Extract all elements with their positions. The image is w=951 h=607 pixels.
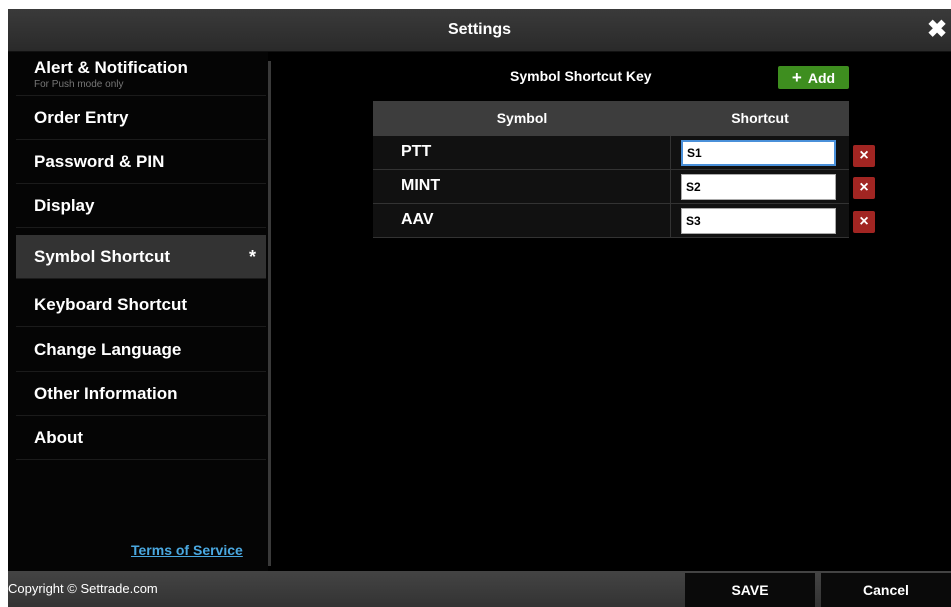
- table-row: AAV: [373, 204, 849, 238]
- sidebar-item-label: Keyboard Shortcut: [34, 295, 188, 314]
- shortcut-input[interactable]: [681, 174, 836, 200]
- table-row: PTT: [373, 136, 849, 170]
- sidebar-item-label: Display: [34, 196, 95, 215]
- section-heading: Symbol Shortcut Key: [510, 68, 652, 84]
- delete-row-icon[interactable]: ×: [853, 177, 875, 199]
- symbol-cell: MINT: [401, 177, 441, 194]
- sidebar-item-alert-notification[interactable]: Alert & Notification For Push mode only: [16, 52, 266, 96]
- save-button[interactable]: SAVE: [685, 573, 815, 607]
- settings-dialog: Settings ✖ Alert & Notification For Push…: [8, 9, 951, 607]
- sidebar-item-label: Order Entry: [34, 108, 129, 127]
- title-bar: Settings ✖: [8, 9, 951, 52]
- shortcut-input[interactable]: [681, 208, 836, 234]
- add-button[interactable]: + Add: [778, 66, 849, 89]
- delete-row-icon[interactable]: ×: [853, 145, 875, 167]
- plus-icon: +: [791, 68, 802, 87]
- sidebar-item-label: Change Language: [34, 340, 182, 359]
- sidebar-item-other-information[interactable]: Other Information: [16, 372, 266, 416]
- sidebar-item-label: Alert & Notification: [34, 58, 188, 77]
- column-header-symbol: Symbol: [496, 110, 548, 126]
- sidebar-item-label: Other Information: [34, 384, 178, 403]
- shortcut-table: Symbol Shortcut PTT MINT AAV: [373, 101, 849, 238]
- sidebar-item-keyboard-shortcut[interactable]: Keyboard Shortcut: [16, 283, 266, 327]
- cancel-button[interactable]: Cancel: [821, 573, 951, 607]
- sidebar-item-label: Symbol Shortcut: [34, 247, 171, 266]
- sidebar-item-display[interactable]: Display: [16, 184, 266, 228]
- column-divider: [670, 170, 671, 204]
- add-button-label: Add: [807, 70, 836, 86]
- column-header-shortcut: Shortcut: [731, 110, 789, 126]
- close-icon[interactable]: ✖: [925, 9, 949, 51]
- delete-row-icon[interactable]: ×: [853, 211, 875, 233]
- footer-bar: Copyright © Settrade.com SAVE Cancel: [8, 571, 951, 607]
- sidebar-item-order-entry[interactable]: Order Entry: [16, 96, 266, 140]
- sidebar: Alert & Notification For Push mode only …: [8, 52, 268, 571]
- sidebar-item-label: About: [34, 428, 84, 447]
- column-divider: [670, 136, 671, 170]
- symbol-cell: AAV: [401, 211, 434, 228]
- column-divider: [670, 204, 671, 238]
- sidebar-divider: [268, 61, 271, 566]
- shortcut-input[interactable]: [681, 140, 836, 166]
- table-row: MINT: [373, 170, 849, 204]
- dialog-title: Settings: [447, 21, 512, 38]
- terms-of-service-link[interactable]: Terms of Service: [131, 542, 243, 558]
- sidebar-item-about[interactable]: About: [16, 416, 266, 460]
- table-header: Symbol Shortcut: [373, 101, 849, 136]
- sidebar-item-password-pin[interactable]: Password & PIN: [16, 140, 266, 184]
- copyright-text: Copyright © Settrade.com: [8, 581, 158, 596]
- sidebar-item-label: Password & PIN: [34, 152, 165, 171]
- active-marker-icon: *: [248, 247, 256, 267]
- sidebar-item-symbol-shortcut[interactable]: Symbol Shortcut *: [16, 235, 266, 279]
- symbol-cell: PTT: [401, 143, 432, 160]
- sidebar-item-change-language[interactable]: Change Language: [16, 328, 266, 372]
- sidebar-item-sublabel: For Push mode only: [34, 79, 124, 90]
